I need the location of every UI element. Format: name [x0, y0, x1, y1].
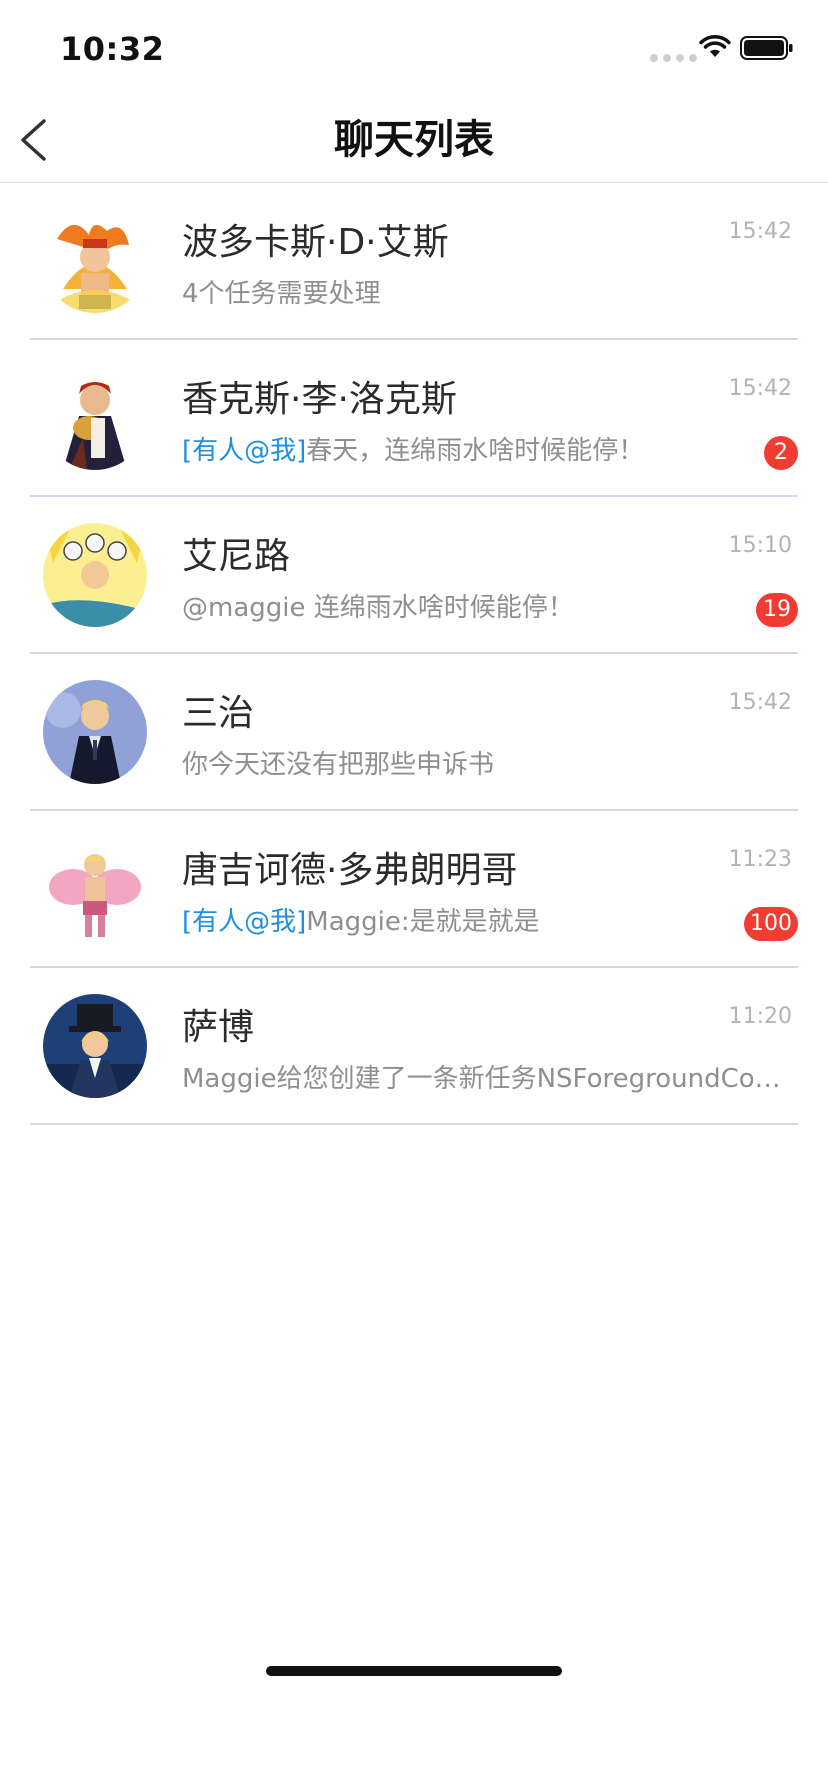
page-title: 聊天列表 [334, 117, 494, 163]
chat-row[interactable]: 艾尼路 @maggie 连绵雨水啥时候能停！ 15:10 19 [0, 497, 828, 654]
avatar [43, 994, 147, 1098]
chat-row[interactable]: 波多卡斯·D·艾斯 4个任务需要处理 15:42 [0, 183, 828, 340]
message-preview: 你今天还没有把那些申诉书 [182, 744, 782, 781]
message-time: 11:23 [728, 847, 792, 872]
mention-tag: [有人@我] [182, 436, 307, 466]
chat-row[interactable]: 香克斯·李·洛克斯 [有人@我]春天，连绵雨水啥时候能停！ 15:42 2 [0, 340, 828, 497]
avatar [43, 209, 147, 313]
home-indicator[interactable] [266, 1666, 562, 1676]
avatar [43, 680, 147, 784]
preview-text: 春天，连绵雨水啥时候能停！ [306, 436, 645, 466]
message-preview: @maggie 连绵雨水啥时候能停！ [182, 587, 782, 624]
unread-badge: 19 [756, 593, 798, 627]
navigation-bar: 聊天列表 [0, 100, 828, 183]
contact-name: 艾尼路 [182, 536, 291, 577]
avatar [43, 837, 147, 941]
chat-row[interactable]: 萨博 Maggie给您创建了一条新任务NSForegroundColor 11:… [0, 968, 828, 1125]
status-bar: 10:32 [0, 0, 828, 100]
contact-name: 三治 [182, 693, 255, 734]
unread-badge: 2 [764, 436, 798, 470]
contact-name: 香克斯·李·洛克斯 [182, 379, 457, 420]
battery-icon [740, 36, 793, 60]
chat-row[interactable]: 三治 你今天还没有把那些申诉书 15:42 [0, 654, 828, 811]
message-time: 15:42 [728, 219, 792, 244]
message-time: 15:42 [728, 376, 792, 401]
message-time: 15:10 [728, 533, 792, 558]
contact-name: 唐吉诃德·多弗朗明哥 [182, 850, 518, 891]
status-time: 10:32 [60, 30, 165, 68]
wifi-icon [699, 35, 731, 57]
preview-text: 你今天还没有把那些申诉书 [182, 750, 495, 780]
cellular-signal-icon [650, 54, 697, 62]
message-preview: 4个任务需要处理 [182, 273, 782, 310]
chat-list: 波多卡斯·D·艾斯 4个任务需要处理 15:42 香克斯·李·洛克斯 [有人@我… [0, 183, 828, 1125]
contact-name: 萨博 [182, 1007, 255, 1048]
message-preview: Maggie给您创建了一条新任务NSForegroundColor [182, 1058, 782, 1095]
preview-text: Maggie给您创建了一条新任务NSForegroundColor [182, 1064, 782, 1094]
preview-text: 4个任务需要处理 [182, 279, 381, 309]
message-preview: [有人@我]春天，连绵雨水啥时候能停！ [182, 430, 782, 467]
message-time: 15:42 [728, 690, 792, 715]
unread-badge: 100 [744, 907, 798, 941]
preview-text: Maggie:是就是就是 [306, 907, 540, 937]
chat-row[interactable]: 唐吉诃德·多弗朗明哥 [有人@我]Maggie:是就是就是 11:23 100 [0, 811, 828, 968]
mention-tag: [有人@我] [182, 907, 307, 937]
avatar [43, 523, 147, 627]
preview-text: @maggie 连绵雨水啥时候能停！ [182, 593, 574, 623]
message-time: 11:20 [728, 1004, 792, 1029]
avatar [43, 366, 147, 470]
contact-name: 波多卡斯·D·艾斯 [182, 222, 449, 263]
message-preview: [有人@我]Maggie:是就是就是 [182, 901, 782, 938]
